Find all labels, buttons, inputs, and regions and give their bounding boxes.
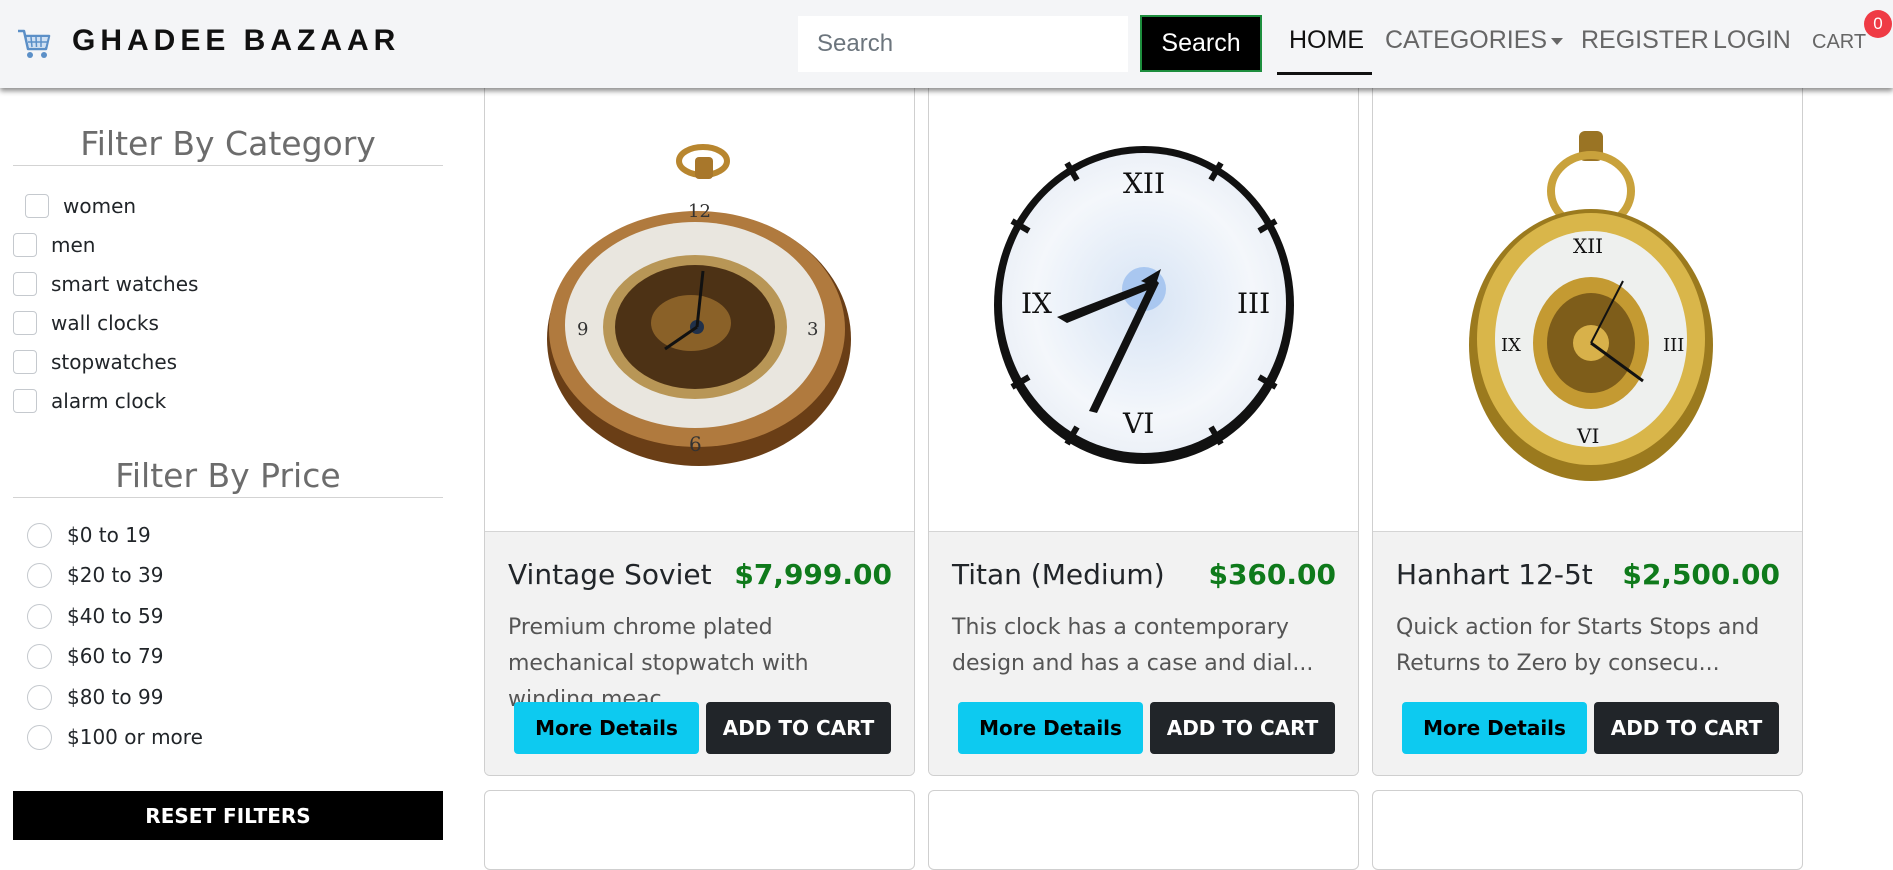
category-label: smart watches bbox=[51, 272, 199, 296]
nav-register-link[interactable]: REGISTER bbox=[1581, 26, 1709, 55]
product-price: $7,999.00 bbox=[734, 558, 892, 591]
cart-count-badge: 0 bbox=[1864, 10, 1892, 38]
product-card: 12 6 9 3 Vintage Soviet $7,999.00 Premiu… bbox=[484, 80, 915, 776]
product-description: This clock has a contemporary design and… bbox=[952, 615, 1314, 676]
product-card-body: Hanhart 12-5t $2,500.00 Quick action for… bbox=[1373, 531, 1802, 775]
svg-text:IX: IX bbox=[1501, 335, 1521, 356]
shopping-cart-icon[interactable] bbox=[16, 27, 52, 61]
product-card-body: Titan (Medium) $360.00 This clock has a … bbox=[929, 531, 1358, 775]
category-filter-women[interactable]: women bbox=[25, 193, 136, 219]
category-filter-smart-watches[interactable]: smart watches bbox=[13, 271, 198, 297]
nav-home-link[interactable]: HOME bbox=[1289, 26, 1364, 55]
filter-category-title: Filter By Category bbox=[13, 124, 443, 166]
product-card bbox=[1372, 790, 1803, 870]
svg-text:VI: VI bbox=[1122, 407, 1154, 440]
product-title[interactable]: Vintage Soviet bbox=[508, 558, 712, 591]
add-to-cart-button[interactable]: ADD TO CART bbox=[1594, 702, 1779, 754]
category-checkbox[interactable] bbox=[13, 389, 37, 413]
category-checkbox[interactable] bbox=[13, 272, 37, 296]
nav-login-link[interactable]: LOGIN bbox=[1713, 26, 1791, 55]
svg-text:III: III bbox=[1237, 287, 1270, 320]
product-description: Quick action for Starts Stops and Return… bbox=[1396, 615, 1760, 676]
product-title[interactable]: Titan (Medium) bbox=[952, 558, 1165, 591]
nav-cart-link[interactable]: CART bbox=[1812, 31, 1866, 54]
search-input[interactable] bbox=[798, 16, 1128, 72]
price-label: $60 to 79 bbox=[67, 644, 164, 668]
category-label: women bbox=[63, 194, 137, 218]
price-radio[interactable] bbox=[27, 603, 52, 629]
price-radio[interactable] bbox=[27, 684, 52, 710]
price-radio[interactable] bbox=[27, 643, 52, 669]
price-label: $20 to 39 bbox=[67, 563, 164, 587]
product-card bbox=[484, 790, 915, 870]
search-button[interactable]: Search bbox=[1140, 15, 1262, 72]
reset-filters-button[interactable]: RESET FILTERS bbox=[13, 791, 443, 840]
svg-text:6: 6 bbox=[689, 432, 702, 456]
category-filter-stopwatches[interactable]: stopwatches bbox=[13, 349, 177, 375]
active-nav-underline bbox=[1277, 72, 1372, 75]
more-details-button[interactable]: More Details bbox=[958, 702, 1143, 754]
category-filter-wall-clocks[interactable]: wall clocks bbox=[13, 310, 159, 336]
price-radio[interactable] bbox=[27, 562, 52, 588]
price-radio[interactable] bbox=[27, 724, 52, 750]
filter-price-title: Filter By Price bbox=[13, 456, 443, 498]
product-price: $2,500.00 bbox=[1622, 558, 1780, 591]
product-card-body: Vintage Soviet $7,999.00 Premium chrome … bbox=[485, 531, 914, 775]
category-checkbox[interactable] bbox=[13, 350, 37, 374]
navbar: GHADEE BAZAAR Search HOME CATEGORIES REG… bbox=[0, 0, 1893, 88]
price-radio[interactable] bbox=[27, 522, 52, 548]
price-label: $100 or more bbox=[67, 725, 203, 749]
price-label: $80 to 99 bbox=[67, 685, 164, 709]
add-to-cart-button[interactable]: ADD TO CART bbox=[706, 702, 891, 754]
category-label: men bbox=[51, 233, 96, 257]
svg-text:3: 3 bbox=[807, 319, 818, 340]
product-card bbox=[928, 790, 1359, 870]
product-price: $360.00 bbox=[1208, 558, 1336, 591]
product-card: XII VI IX III Titan (Medium) $360.00 Thi… bbox=[928, 80, 1359, 776]
caret-down-icon bbox=[1551, 37, 1564, 45]
price-filter-80-99[interactable]: $80 to 99 bbox=[27, 683, 163, 711]
product-title[interactable]: Hanhart 12-5t bbox=[1396, 558, 1593, 591]
svg-text:12: 12 bbox=[688, 201, 711, 222]
svg-text:XII: XII bbox=[1123, 167, 1165, 200]
category-label: wall clocks bbox=[51, 311, 159, 335]
category-checkbox[interactable] bbox=[13, 233, 37, 257]
price-filter-100-plus[interactable]: $100 or more bbox=[27, 723, 203, 751]
category-label: alarm clock bbox=[51, 389, 167, 413]
price-filter-0-19[interactable]: $0 to 19 bbox=[27, 521, 151, 549]
category-filter-alarm-clock[interactable]: alarm clock bbox=[13, 388, 166, 414]
svg-text:9: 9 bbox=[577, 319, 588, 340]
product-image[interactable]: XII VI IX III bbox=[929, 81, 1358, 531]
price-label: $0 to 19 bbox=[67, 523, 151, 547]
more-details-button[interactable]: More Details bbox=[514, 702, 699, 754]
category-checkbox[interactable] bbox=[25, 194, 49, 218]
price-filter-40-59[interactable]: $40 to 59 bbox=[27, 602, 163, 630]
price-filter-60-79[interactable]: $60 to 79 bbox=[27, 642, 163, 670]
product-image[interactable]: 12 6 9 3 bbox=[485, 81, 914, 531]
wall-clock-image: XII VI IX III bbox=[994, 146, 1294, 464]
svg-text:VI: VI bbox=[1576, 424, 1599, 448]
add-to-cart-button[interactable]: ADD TO CART bbox=[1150, 702, 1335, 754]
price-label: $40 to 59 bbox=[67, 604, 164, 628]
page-scrollbar[interactable] bbox=[1878, 88, 1893, 840]
svg-text:IX: IX bbox=[1021, 287, 1052, 320]
nav-categories-dropdown[interactable]: CATEGORIES bbox=[1385, 26, 1564, 55]
gold-pocket-watch-image: XII VI IX III bbox=[1469, 131, 1713, 481]
brand-name[interactable]: GHADEE BAZAAR bbox=[72, 24, 400, 58]
price-filter-20-39[interactable]: $20 to 39 bbox=[27, 561, 163, 589]
product-card: XII VI IX III Hanhart 12-5t $2,500.00 Qu… bbox=[1372, 80, 1803, 776]
category-filter-men[interactable]: men bbox=[13, 232, 95, 258]
category-label: stopwatches bbox=[51, 350, 178, 374]
svg-text:III: III bbox=[1663, 335, 1684, 356]
category-checkbox[interactable] bbox=[13, 311, 37, 335]
nav-categories-label: CATEGORIES bbox=[1385, 26, 1548, 54]
product-image[interactable]: XII VI IX III bbox=[1373, 81, 1802, 531]
svg-text:XII: XII bbox=[1573, 234, 1603, 258]
more-details-button[interactable]: More Details bbox=[1402, 702, 1587, 754]
pocket-watch-image: 12 6 9 3 bbox=[547, 144, 851, 466]
